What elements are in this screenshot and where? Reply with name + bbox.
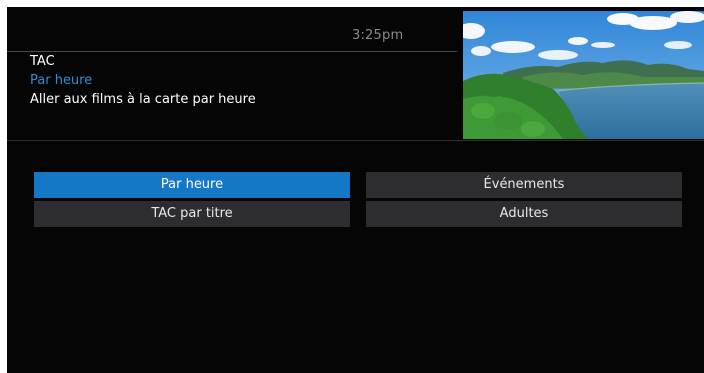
landscape-preview-image: [463, 11, 704, 139]
header-divider: [7, 51, 457, 52]
page-subtitle: Par heure: [30, 73, 93, 88]
page-title: TAC: [30, 54, 55, 69]
menu-item-adultes[interactable]: Adultes: [366, 201, 682, 227]
menu-item-tac-par-titre[interactable]: TAC par titre: [34, 201, 350, 227]
section-divider: [7, 140, 704, 141]
header: 3:25pm TAC Par heure Aller aux films à l…: [7, 7, 704, 141]
tv-screen: 3:25pm TAC Par heure Aller aux films à l…: [7, 7, 704, 373]
clock: 3:25pm: [352, 28, 404, 43]
menu-item-evenements[interactable]: Événements: [366, 172, 682, 198]
menu-item-par-heure[interactable]: Par heure: [34, 172, 350, 198]
page-description: Aller aux films à la carte par heure: [30, 92, 256, 107]
video-preview: [463, 11, 704, 139]
